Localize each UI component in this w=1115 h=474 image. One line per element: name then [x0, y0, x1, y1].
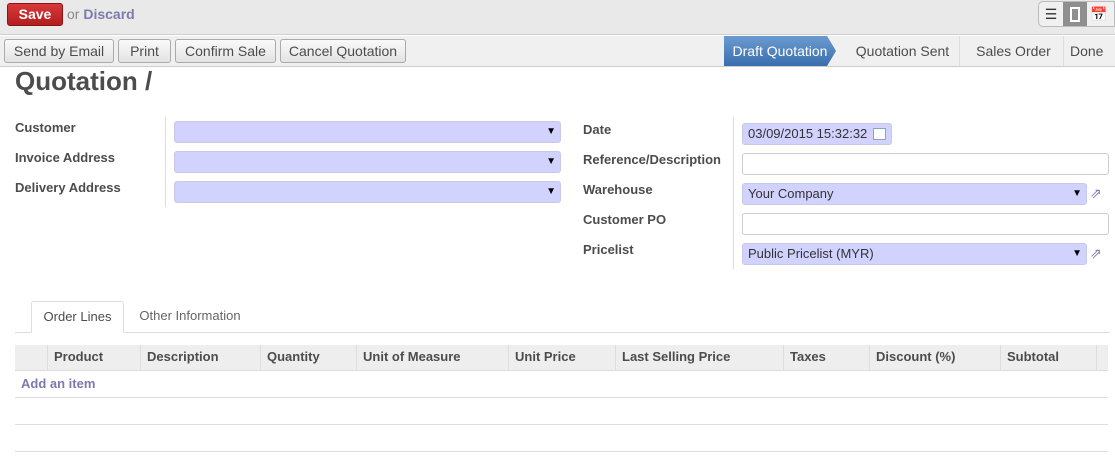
delivery-address-label: Delivery Address — [15, 180, 121, 195]
delivery-address-select[interactable]: ▼ — [174, 181, 561, 203]
col-product[interactable]: Product — [47, 345, 140, 370]
external-link-icon[interactable]: ⇗ — [1090, 185, 1102, 202]
row-divider — [15, 451, 1108, 452]
col-quantity[interactable]: Quantity — [260, 345, 356, 370]
row-divider — [15, 397, 1108, 398]
form-icon[interactable] — [1063, 2, 1087, 26]
calendar-icon[interactable] — [873, 128, 886, 140]
stage-sales-order[interactable]: Sales Order — [964, 36, 1064, 66]
customer-po-label: Customer PO — [583, 212, 667, 227]
col-unit-price[interactable]: Unit Price — [508, 345, 615, 370]
date-input[interactable]: 03/09/2015 15:32:32 — [742, 123, 892, 145]
send-by-email-button[interactable]: Send by Email — [4, 39, 114, 63]
dropdown-arrow-icon: ▼ — [546, 186, 556, 197]
reference-label: Reference/Description — [583, 152, 721, 167]
dropdown-arrow-icon: ▼ — [1072, 188, 1082, 199]
customer-select[interactable]: ▼ — [174, 121, 561, 143]
col-unit-of-measure[interactable]: Unit of Measure — [356, 345, 508, 370]
page-title: Quotation / — [15, 66, 153, 96]
date-label: Date — [583, 122, 612, 137]
pricelist-select[interactable]: Public Pricelist (MYR) ▼ — [742, 243, 1087, 265]
discard-group: or Discard — [67, 6, 135, 22]
invoice-address-select[interactable]: ▼ — [174, 151, 561, 173]
view-switcher: ☰ 📅 — [1038, 1, 1115, 27]
col-actions — [1096, 345, 1108, 370]
customer-label: Customer — [15, 120, 76, 135]
cancel-quotation-button[interactable]: Cancel Quotation — [280, 39, 406, 63]
pricelist-label: Pricelist — [583, 242, 634, 257]
stage-done[interactable]: Done — [1070, 36, 1115, 66]
calendar-icon[interactable]: 📅 — [1087, 2, 1111, 26]
warehouse-value: Your Company — [748, 186, 834, 201]
invoice-address-label: Invoice Address — [15, 150, 115, 165]
add-item-link[interactable]: Add an item — [21, 376, 95, 391]
confirm-sale-button[interactable]: Confirm Sale — [175, 39, 276, 63]
col-discount[interactable]: Discount (%) — [869, 345, 1000, 370]
top-toolbar — [0, 0, 1115, 35]
dropdown-arrow-icon: ▼ — [546, 126, 556, 137]
order-lines-header: Product Description Quantity Unit of Mea… — [15, 345, 1108, 371]
date-value: 03/09/2015 15:32:32 — [748, 126, 868, 141]
tab-order-lines[interactable]: Order Lines — [31, 301, 124, 333]
print-button[interactable]: Print — [118, 39, 171, 63]
or-text: or — [67, 6, 80, 22]
stage-draft-quotation[interactable]: Draft Quotation — [724, 36, 836, 66]
customer-po-input[interactable] — [742, 213, 1109, 235]
pricelist-value: Public Pricelist (MYR) — [748, 246, 874, 261]
discard-link[interactable]: Discard — [83, 6, 134, 22]
dropdown-arrow-icon: ▼ — [546, 156, 556, 167]
warehouse-select[interactable]: Your Company ▼ — [742, 183, 1087, 205]
col-last-selling-price[interactable]: Last Selling Price — [615, 345, 783, 370]
row-divider — [15, 424, 1108, 425]
tab-other-information[interactable]: Other Information — [128, 301, 252, 333]
action-bar: Send by Email Print Confirm Sale Cancel … — [0, 36, 1115, 67]
col-taxes[interactable]: Taxes — [783, 345, 869, 370]
col-description[interactable]: Description — [140, 345, 260, 370]
stage-quotation-sent[interactable]: Quotation Sent — [846, 36, 960, 66]
col-subtotal[interactable]: Subtotal — [1000, 345, 1096, 370]
external-link-icon[interactable]: ⇗ — [1090, 245, 1102, 262]
save-button[interactable]: Save — [7, 3, 63, 26]
reference-input[interactable] — [742, 153, 1109, 175]
divider — [733, 117, 734, 269]
dropdown-arrow-icon: ▼ — [1072, 248, 1082, 259]
list-icon[interactable]: ☰ — [1039, 2, 1063, 26]
divider — [165, 117, 166, 207]
warehouse-label: Warehouse — [583, 182, 653, 197]
